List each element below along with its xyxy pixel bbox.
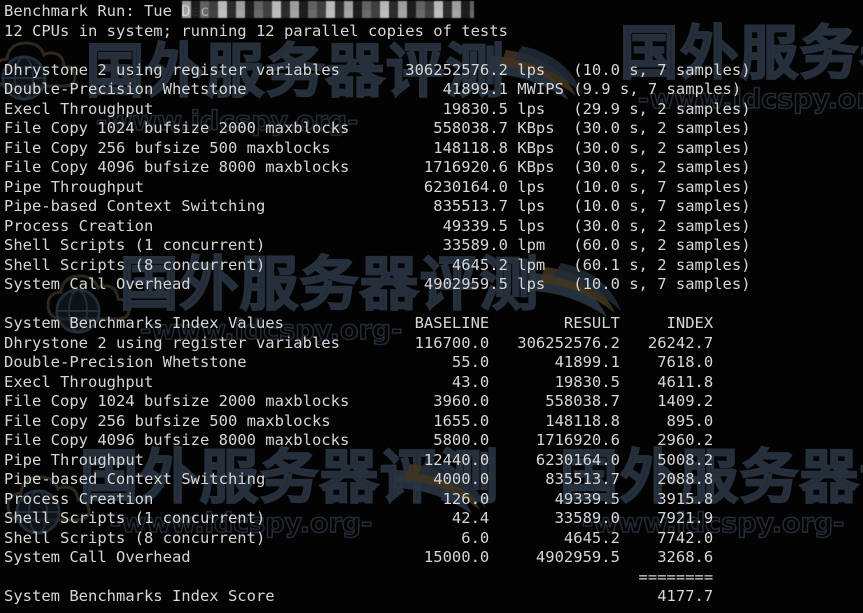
result-row: Process Creation 49339.5 lps (30.0 s, 2 …	[4, 216, 751, 235]
index-row: Double-Precision Whetstone 55.0 41899.1 …	[4, 353, 714, 371]
index-row: Shell Scripts (1 concurrent) 42.4 33589.…	[4, 509, 714, 527]
cpu-info-line: 12 CPUs in system; running 12 parallel c…	[4, 21, 508, 40]
terminal-screenshot: 国外服务器评测 -www.idcspy.org- 国外服务器评测 -www.id…	[0, 0, 863, 613]
index-row: System Call Overhead 15000.0 4902959.5 3…	[4, 548, 714, 566]
index-row: Pipe Throughput 12440.0 6230164.0 5008.2	[4, 450, 714, 469]
index-row: Pipe-based Context Switching 4000.0 8355…	[4, 470, 714, 488]
index-row: File Copy 4096 bufsize 8000 maxblocks 58…	[4, 431, 714, 449]
result-row: File Copy 256 bufsize 500 maxblocks 1481…	[4, 138, 751, 157]
result-row: Dhrystone 2 using register variables 306…	[4, 60, 751, 79]
redacted-date-mosaic	[182, 1, 474, 18]
result-row: Double-Precision Whetstone 41899.1 MWIPS…	[4, 80, 742, 98]
index-header-row: System Benchmarks Index Values BASELINE …	[4, 314, 714, 332]
result-row: Pipe Throughput 6230164.0 lps (10.0 s, 7…	[4, 177, 751, 196]
index-row: File Copy 256 bufsize 500 maxblocks 1655…	[4, 411, 714, 430]
result-row: Pipe-based Context Switching 835513.7 lp…	[4, 197, 751, 215]
result-row: Execl Throughput 19830.5 lps (29.9 s, 2 …	[4, 99, 751, 118]
index-row: Dhrystone 2 using register variables 116…	[4, 333, 714, 352]
index-row: Execl Throughput 43.0 19830.5 4611.8	[4, 372, 714, 391]
result-row: File Copy 4096 bufsize 8000 maxblocks 17…	[4, 158, 751, 176]
index-row: Shell Scripts (8 concurrent) 6.0 4645.2 …	[4, 528, 714, 547]
result-row: File Copy 1024 bufsize 2000 maxblocks 55…	[4, 119, 751, 137]
terminal-text: Benchmark Run: Tue Dec 12 CPUs in system…	[0, 0, 863, 613]
result-row: Shell Scripts (8 concurrent) 4645.2 lpm …	[4, 255, 751, 274]
index-row: Process Creation 126.0 49339.5 3915.8	[4, 489, 714, 508]
index-separator: ========	[4, 567, 714, 586]
result-row: Shell Scripts (1 concurrent) 33589.0 lpm…	[4, 236, 751, 254]
result-row: System Call Overhead 4902959.5 lps (10.0…	[4, 275, 751, 293]
index-row: File Copy 1024 bufsize 2000 maxblocks 39…	[4, 392, 714, 410]
index-score-row: System Benchmarks Index Score 4177.7	[4, 587, 714, 605]
